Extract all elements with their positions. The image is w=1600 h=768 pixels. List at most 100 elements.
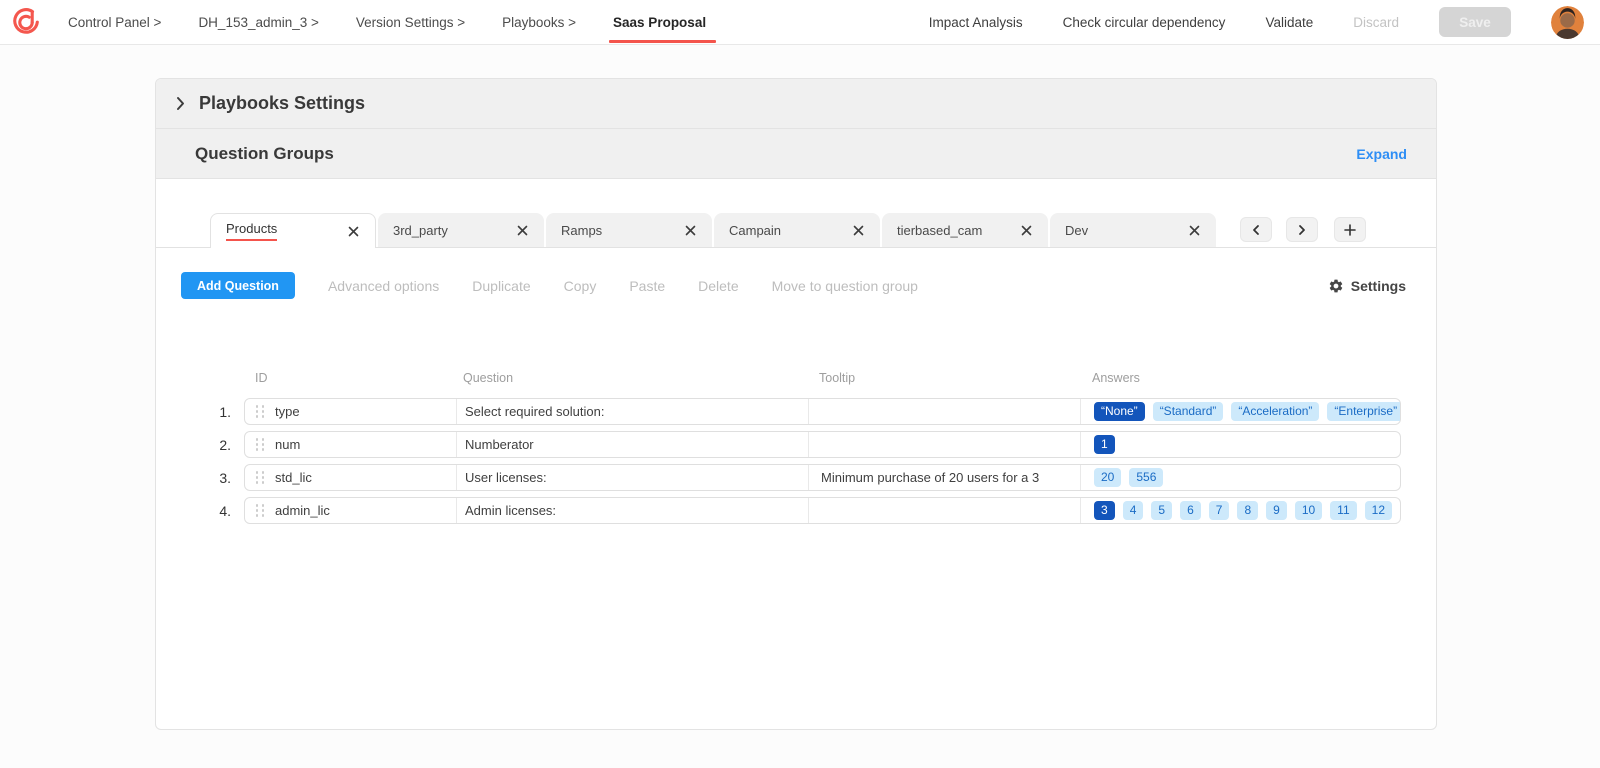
cell-answers[interactable]: 1 <box>1080 432 1400 457</box>
row-number: 4. <box>156 503 244 519</box>
question-table: ID Question Tooltip Answers 1.typeSelect… <box>156 371 1436 524</box>
toolbar-action-disabled[interactable]: Paste <box>629 278 665 294</box>
cell-question[interactable]: User licenses: <box>456 465 808 490</box>
answer-chip[interactable]: 11 <box>1330 501 1356 520</box>
tab-close-button[interactable] <box>1186 222 1203 239</box>
settings-button[interactable]: Settings <box>1328 278 1406 294</box>
answer-chip[interactable]: “Acceleration” <box>1231 402 1319 421</box>
header-answers: Answers <box>1079 371 1436 385</box>
toolbar-action-disabled[interactable]: Move to question group <box>772 278 918 294</box>
table-row[interactable]: 2.numNumberator1 <box>156 431 1436 458</box>
add-question-button[interactable]: Add Question <box>181 272 295 299</box>
cell-answers[interactable]: 20 556 <box>1080 465 1400 490</box>
tab-close-button[interactable] <box>682 222 699 239</box>
answer-chip[interactable]: 5 <box>1151 501 1172 520</box>
tab-3rd_party[interactable]: 3rd_party <box>378 213 544 247</box>
cell-tooltip[interactable] <box>808 498 1080 523</box>
tooltip-text: Minimum purchase of 20 users for a 3 <box>821 470 1039 485</box>
toolbar-action-disabled[interactable]: Advanced options <box>328 278 439 294</box>
toolbar-action-disabled[interactable]: Delete <box>698 278 738 294</box>
tab-Products[interactable]: Products <box>210 213 376 248</box>
question-text: Select required solution: <box>465 404 604 419</box>
drag-handle-icon[interactable] <box>245 471 275 484</box>
table-row[interactable]: 1.typeSelect required solution:“None”“St… <box>156 398 1436 425</box>
answer-chip[interactable]: “Standard” <box>1153 402 1224 421</box>
add-tab-button[interactable] <box>1334 217 1366 242</box>
header-id: ID <box>244 371 455 385</box>
drag-handle-icon[interactable] <box>245 504 275 517</box>
question-text: User licenses: <box>465 470 547 485</box>
answer-chip[interactable]: 12 <box>1365 501 1392 520</box>
tab-bar: Products3rd_party Ramps Campaintierbased_c… <box>156 213 1436 248</box>
topbar-action[interactable]: Validate <box>1265 15 1313 30</box>
drag-handle-icon[interactable] <box>245 438 275 451</box>
expand-link[interactable]: Expand <box>1356 146 1407 162</box>
answer-chip[interactable]: “Enterprise” <box>1327 402 1400 421</box>
breadcrumb: Control Panel > DH_153_admin_3 > Version S… <box>68 15 706 30</box>
drag-handle-icon[interactable] <box>245 405 275 418</box>
table-row[interactable]: 3.std_licUser licenses:Minimum purchase … <box>156 464 1436 491</box>
playbooks-settings-header[interactable]: Playbooks Settings <box>156 79 1436 129</box>
answer-chip[interactable]: 4 <box>1123 501 1144 520</box>
breadcrumb-item-3[interactable]: Version Settings > <box>356 15 465 30</box>
tab-close-button[interactable] <box>1018 222 1035 239</box>
cell-id[interactable]: admin_lic <box>245 498 456 523</box>
chevron-right-icon[interactable] <box>176 96 185 111</box>
answer-chip[interactable]: 7 <box>1209 501 1230 520</box>
header-question: Question <box>455 371 807 385</box>
topbar-action[interactable]: Discard <box>1353 15 1399 30</box>
cell-question[interactable]: Admin licenses: <box>456 498 808 523</box>
cell-question[interactable]: Select required solution: <box>456 399 808 424</box>
close-icon <box>348 226 359 237</box>
tab-label: Ramps <box>561 223 602 238</box>
tab-Campain[interactable]: Campain <box>714 213 880 247</box>
next-tab-button[interactable] <box>1286 217 1318 242</box>
answer-chip[interactable]: 1 <box>1094 435 1115 454</box>
topbar-action[interactable]: Impact Analysis <box>929 15 1023 30</box>
cell-tooltip[interactable] <box>808 399 1080 424</box>
tab-close-button[interactable] <box>514 222 531 239</box>
answer-chip[interactable]: 20 <box>1094 468 1121 487</box>
breadcrumb-item-5[interactable]: Saas Proposal <box>613 15 706 30</box>
close-icon <box>685 225 696 236</box>
tab-Ramps[interactable]: Ramps <box>546 213 712 247</box>
question-id: admin_lic <box>275 503 330 518</box>
user-avatar[interactable] <box>1551 6 1584 39</box>
cell-id[interactable]: type <box>245 399 456 424</box>
question-id: num <box>275 437 300 452</box>
cell-tooltip[interactable]: Minimum purchase of 20 users for a 3 <box>808 465 1080 490</box>
tab-close-button[interactable] <box>345 223 362 240</box>
cell-tooltip[interactable] <box>808 432 1080 457</box>
playbooks-settings-title: Playbooks Settings <box>199 93 365 114</box>
answer-chip[interactable]: “None” <box>1094 402 1145 421</box>
breadcrumb-item-1[interactable]: Control Panel > <box>68 15 161 30</box>
topbar-action[interactable]: Check circular dependency <box>1063 15 1226 30</box>
cell-answers[interactable]: 34567891011121518... <box>1080 498 1400 523</box>
cell-id[interactable]: std_lic <box>245 465 456 490</box>
breadcrumb-item-4[interactable]: Playbooks > <box>502 15 576 30</box>
toolbar-action-disabled[interactable]: Copy <box>564 278 597 294</box>
toolbar-action-disabled[interactable]: Duplicate <box>472 278 530 294</box>
table-row[interactable]: 4.admin_licAdmin licenses:34567891011121… <box>156 497 1436 524</box>
header-tooltip: Tooltip <box>807 371 1079 385</box>
answer-chip[interactable]: 9 <box>1266 501 1287 520</box>
close-icon <box>853 225 864 236</box>
app-logo-icon[interactable] <box>10 6 42 38</box>
topbar: Control Panel > DH_153_admin_3 > Version S… <box>0 0 1600 45</box>
question-text: Admin licenses: <box>465 503 556 518</box>
tab-Dev[interactable]: Dev <box>1050 213 1216 247</box>
cell-question[interactable]: Numberator <box>456 432 808 457</box>
tab-tierbased_cam[interactable]: tierbased_cam <box>882 213 1048 247</box>
cell-answers[interactable]: “None” “Standard” “Acceleration” “Enterpris… <box>1080 399 1400 424</box>
cell-id[interactable]: num <box>245 432 456 457</box>
tab-nav <box>1240 217 1366 242</box>
prev-tab-button[interactable] <box>1240 217 1272 242</box>
answer-chip[interactable]: 8 <box>1237 501 1258 520</box>
answer-chip[interactable]: 6 <box>1180 501 1201 520</box>
answer-chip[interactable]: 556 <box>1129 468 1163 487</box>
answer-chip[interactable]: 10 <box>1295 501 1322 520</box>
answer-chip[interactable]: 3 <box>1094 501 1115 520</box>
tab-close-button[interactable] <box>850 222 867 239</box>
breadcrumb-item-2[interactable]: DH_153_admin_3 > <box>198 15 318 30</box>
save-button[interactable]: Save <box>1439 7 1511 37</box>
